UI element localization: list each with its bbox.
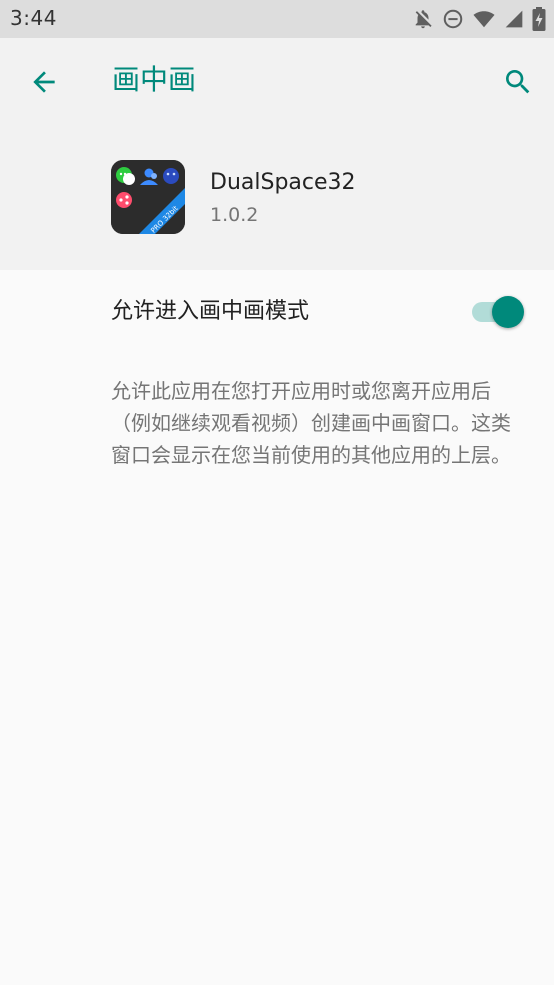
- pip-setting-label: 允许进入画中画模式: [111, 299, 310, 324]
- toggle-thumb: [492, 296, 524, 328]
- search-button[interactable]: [498, 62, 538, 102]
- pip-toggle-switch[interactable]: [472, 296, 526, 328]
- wifi-icon: [473, 11, 495, 28]
- app-header: 画中画 PRO 32bit DualSpace32 1.0.2: [0, 38, 554, 270]
- status-icons: [412, 7, 546, 31]
- app-version: 1.0.2: [210, 204, 259, 226]
- page-title: 画中画: [112, 63, 197, 96]
- app-icon: PRO 32bit: [111, 160, 185, 234]
- arrow-back-icon: [33, 71, 55, 93]
- status-bar: 3:44: [0, 0, 554, 38]
- back-button[interactable]: [24, 62, 64, 102]
- signal-icon: [505, 10, 523, 28]
- battery-charging-icon: [532, 7, 546, 31]
- search-icon: [506, 70, 530, 94]
- do-not-disturb-icon: [443, 9, 463, 29]
- status-time: 3:44: [10, 6, 57, 30]
- pip-description: 允许此应用在您打开应用时或您离开应用后（例如继续观看视频）创建画中画窗口。这类窗…: [111, 379, 511, 467]
- pip-setting-row[interactable]: 允许进入画中画模式: [0, 270, 554, 356]
- notifications-off-icon: [415, 10, 432, 29]
- app-name: DualSpace32: [210, 170, 356, 195]
